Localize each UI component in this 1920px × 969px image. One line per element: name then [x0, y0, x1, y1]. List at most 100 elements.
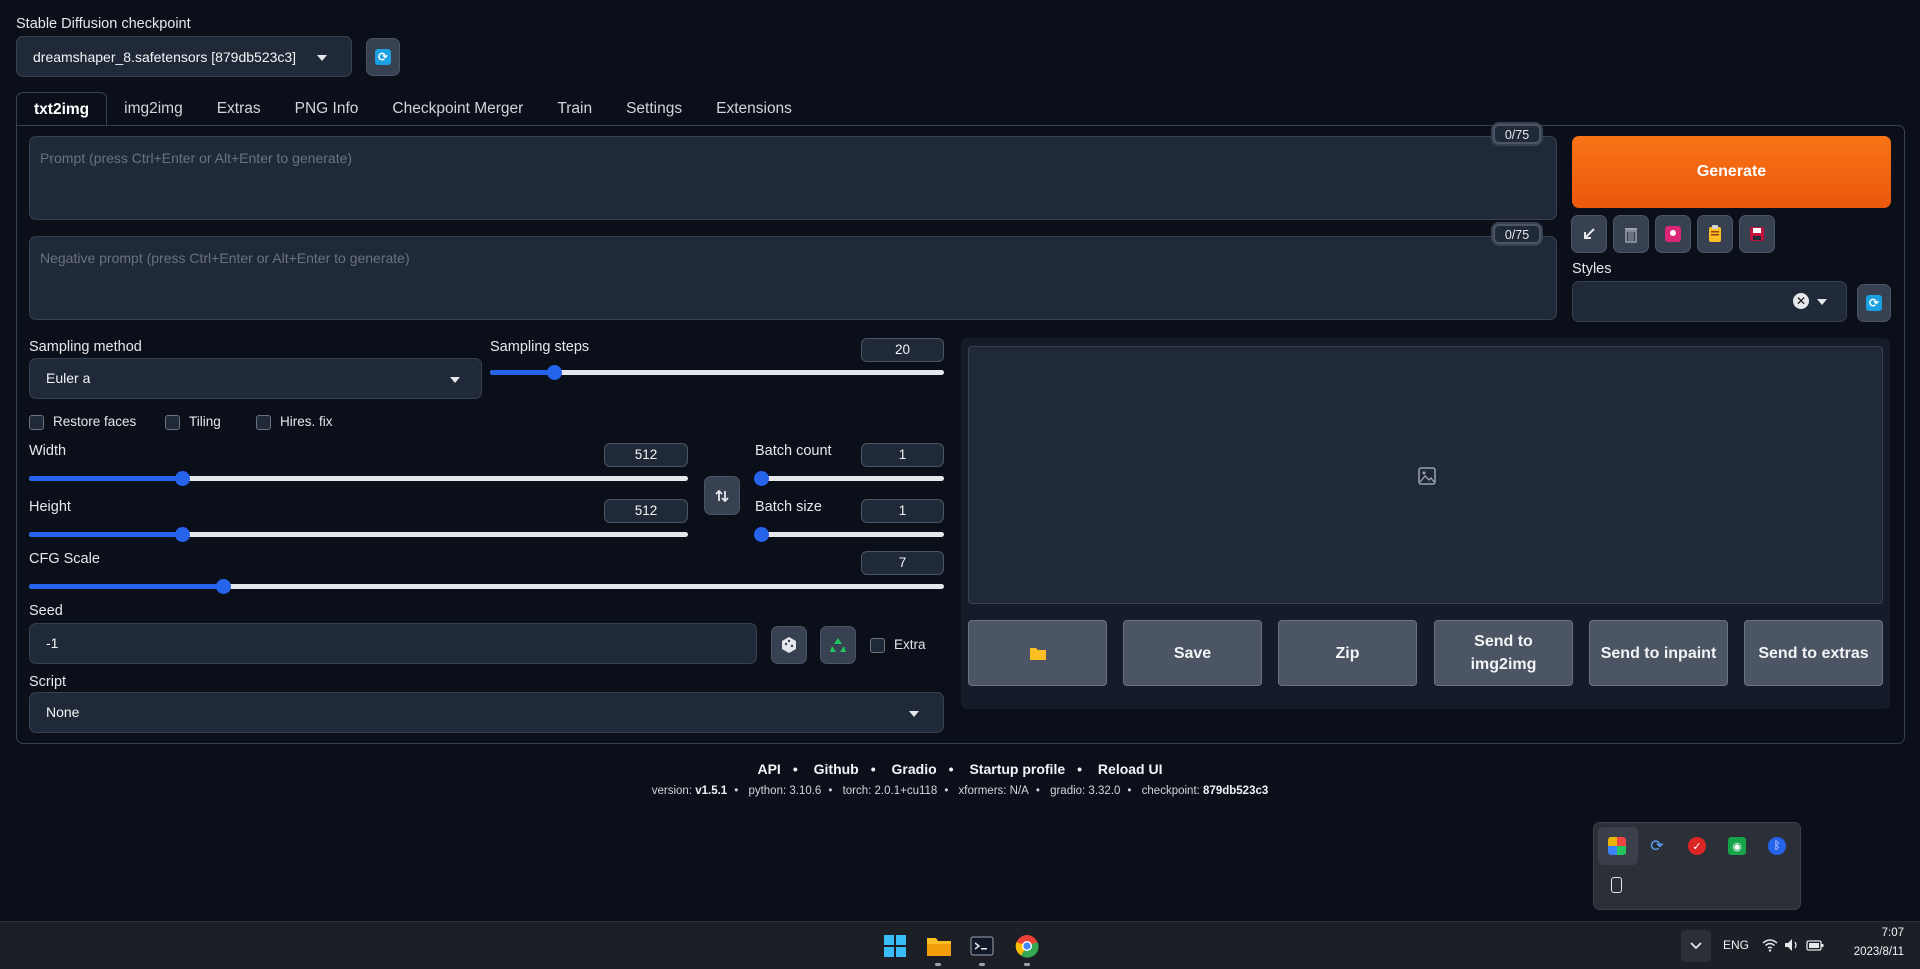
- xformers-version: xformers: N/A: [958, 785, 1029, 797]
- recycle-icon: [830, 638, 846, 652]
- tab-img2img[interactable]: img2img: [107, 92, 200, 126]
- styles-label: Styles: [1572, 261, 1612, 277]
- vivaldi-tray-icon[interactable]: ✓: [1688, 837, 1706, 855]
- footer-link-startup-profile[interactable]: Startup profile: [969, 761, 1065, 777]
- negative-prompt-input[interactable]: Negative prompt (press Ctrl+Enter or Alt…: [29, 236, 1557, 320]
- hires-fix-checkbox[interactable]: [256, 415, 271, 430]
- tab-settings[interactable]: Settings: [609, 92, 699, 126]
- sync-tray-icon[interactable]: ⟳: [1648, 837, 1666, 855]
- batch-count-slider[interactable]: [753, 471, 944, 486]
- version-value: v1.5.1: [695, 785, 728, 797]
- checkpoint-value: dreamshaper_8.safetensors [879db523c3]: [33, 49, 297, 65]
- slider-thumb[interactable]: [174, 471, 190, 486]
- height-slider[interactable]: [29, 527, 688, 542]
- extra-seed-checkbox[interactable]: [870, 638, 885, 653]
- footer-link-reload-ui[interactable]: Reload UI: [1098, 761, 1163, 777]
- send-to-extras-button[interactable]: Send to extras: [1744, 620, 1883, 686]
- refresh-styles-button[interactable]: ⟳: [1857, 284, 1891, 322]
- generate-button[interactable]: Generate: [1572, 136, 1891, 208]
- send-to-img2img-button[interactable]: Send to img2img: [1434, 620, 1573, 686]
- sampling-method-value: Euler a: [46, 370, 91, 386]
- tab-extras[interactable]: Extras: [200, 92, 278, 126]
- chevron-down-icon: [1817, 299, 1827, 305]
- footer-link-api[interactable]: API: [757, 761, 780, 777]
- tab-train[interactable]: Train: [540, 92, 609, 126]
- wifi-icon[interactable]: [1762, 938, 1778, 952]
- language-indicator[interactable]: ENG: [1723, 938, 1749, 952]
- batch-size-slider[interactable]: [753, 527, 944, 542]
- app-tray-icon[interactable]: [1608, 837, 1626, 855]
- footer-link-github[interactable]: Github: [814, 761, 859, 777]
- usb-tray-icon[interactable]: [1611, 877, 1622, 893]
- slider-thumb[interactable]: [753, 527, 769, 542]
- width-label: Width: [29, 443, 67, 459]
- batch-size-label: Batch size: [755, 499, 822, 515]
- cfg-scale-input[interactable]: 7: [861, 551, 944, 575]
- clear-prompt-button[interactable]: [1613, 215, 1649, 253]
- width-input[interactable]: 512: [604, 443, 688, 467]
- seed-input[interactable]: -1: [29, 623, 757, 664]
- checkpoint-select[interactable]: dreamshaper_8.safetensors [879db523c3]: [16, 36, 352, 77]
- random-seed-button[interactable]: [771, 626, 807, 664]
- clock-date[interactable]: 2023/8/11: [1840, 946, 1904, 958]
- folder-icon: [1029, 647, 1046, 660]
- tray-overflow-popup: ⟳ ✓ ◉ ᛒ: [1593, 822, 1801, 910]
- tab-png-info[interactable]: PNG Info: [278, 92, 376, 126]
- height-input[interactable]: 512: [604, 499, 688, 523]
- sampling-steps-input[interactable]: 20: [861, 338, 944, 362]
- sampling-method-label: Sampling method: [29, 339, 142, 355]
- prompt-input[interactable]: Prompt (press Ctrl+Enter or Alt+Enter to…: [29, 136, 1557, 220]
- tab-txt2img[interactable]: txt2img: [16, 92, 108, 126]
- sampling-method-select[interactable]: Euler a: [29, 358, 482, 399]
- cfg-scale-label: CFG Scale: [29, 551, 100, 567]
- clock-time[interactable]: 7:07: [1840, 927, 1904, 939]
- prompt-token-counter: 0/75: [1493, 124, 1541, 144]
- restore-faces-checkbox[interactable]: [29, 415, 44, 430]
- nvidia-tray-icon[interactable]: ◉: [1728, 837, 1746, 855]
- hires-fix-label: Hires. fix: [280, 414, 333, 429]
- checkpoint-hash: 879db523c3: [1203, 785, 1269, 797]
- chevron-down-icon: [317, 55, 327, 61]
- taskbar: ENG 7:07 2023/8/11: [0, 921, 1920, 969]
- tiling-checkbox[interactable]: [165, 415, 180, 430]
- extra-networks-button[interactable]: [1655, 215, 1691, 253]
- send-to-inpaint-button[interactable]: Send to inpaint: [1589, 620, 1728, 686]
- batch-count-input[interactable]: 1: [861, 443, 944, 467]
- cfg-scale-slider[interactable]: [29, 579, 944, 594]
- sampling-steps-slider[interactable]: [490, 365, 944, 380]
- apply-styles-button[interactable]: [1697, 215, 1733, 253]
- prompt-placeholder: Prompt (press Ctrl+Enter or Alt+Enter to…: [40, 150, 353, 166]
- battery-icon[interactable]: [1806, 938, 1824, 952]
- footer-links: API • Github • Gradio • Startup profile • Re…: [757, 761, 1163, 777]
- footer-link-gradio[interactable]: Gradio: [892, 761, 937, 777]
- open-folder-button[interactable]: [968, 620, 1107, 686]
- clear-icon[interactable]: ✕: [1793, 293, 1809, 309]
- chrome-icon[interactable]: [1015, 934, 1039, 958]
- torch-version: torch: 2.0.1+cu118: [842, 785, 938, 797]
- zip-button[interactable]: Zip: [1278, 620, 1417, 686]
- batch-size-input[interactable]: 1: [861, 499, 944, 523]
- windows-start-icon[interactable]: [883, 934, 907, 958]
- width-slider[interactable]: [29, 471, 688, 486]
- image-gallery[interactable]: [968, 346, 1883, 604]
- terminal-icon[interactable]: [970, 934, 994, 958]
- slider-thumb[interactable]: [215, 579, 231, 594]
- volume-icon[interactable]: [1784, 938, 1800, 952]
- read-params-button[interactable]: [1571, 215, 1607, 253]
- file-explorer-icon[interactable]: [926, 934, 951, 958]
- swap-dimensions-button[interactable]: [704, 476, 740, 515]
- save-style-button[interactable]: [1739, 215, 1775, 253]
- tab-extensions[interactable]: Extensions: [699, 92, 809, 126]
- bluetooth-tray-icon[interactable]: ᛒ: [1768, 837, 1786, 855]
- slider-thumb[interactable]: [753, 471, 769, 486]
- styles-select[interactable]: ✕: [1572, 281, 1847, 322]
- chevron-down-icon: [450, 377, 460, 383]
- tab-checkpoint-merger[interactable]: Checkpoint Merger: [375, 92, 540, 126]
- reuse-seed-button[interactable]: [820, 626, 856, 664]
- slider-thumb[interactable]: [174, 527, 190, 542]
- refresh-checkpoint-button[interactable]: ⟳: [366, 38, 400, 76]
- show-hidden-icons-button[interactable]: [1681, 930, 1711, 962]
- slider-thumb[interactable]: [546, 365, 562, 380]
- save-button[interactable]: Save: [1123, 620, 1262, 686]
- script-select[interactable]: None: [29, 692, 944, 733]
